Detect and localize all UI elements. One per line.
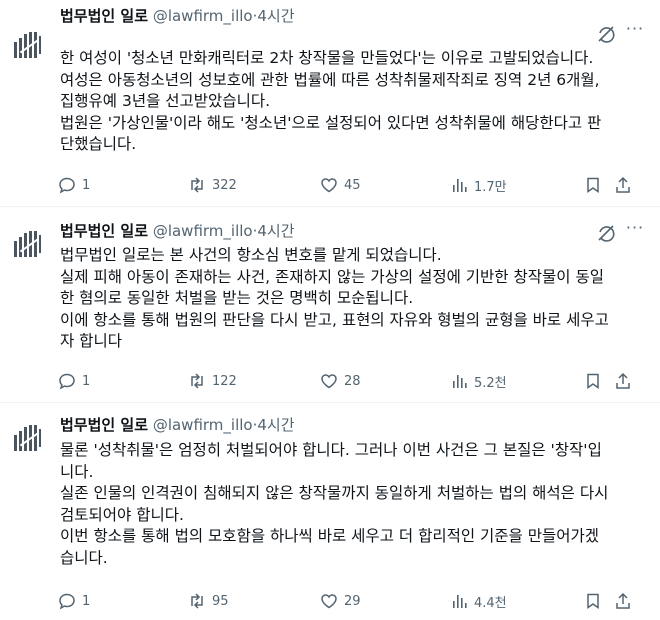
author-handle[interactable]: @lawfirm_illo [153,416,253,434]
bookmark-icon [587,593,599,609]
views-count: 5.2천 [474,375,507,391]
reply-button[interactable]: 1 [58,590,90,612]
tweet-3[interactable]: 법무법인 일로 @lawfirm_illo·4시간 물론 '성착취물'은 엄정히… [0,403,660,620]
views-count: 4.4천 [474,595,507,611]
bookmark-button[interactable] [584,174,602,196]
reply-count: 1 [82,373,91,389]
share-button[interactable] [614,370,632,392]
heart-icon [321,178,337,193]
author-name[interactable]: 법무법인 일로 [60,416,148,434]
tweet-text-line: 한 여성이 '청소년 만화캐릭터로 2차 창작물을 만들었다'는 이유로 고발되… [60,49,594,67]
tweet-2[interactable]: 법무법인 일로 @lawfirm_illo·4시간 ··· 법무법인 일로는 본… [0,207,660,402]
author-handle[interactable]: @lawfirm_illo [153,222,253,240]
repost-icon [191,593,203,609]
reply-icon [59,177,75,194]
views-icon [453,595,467,608]
like-count: 45 [344,177,361,193]
avatar[interactable] [8,225,46,263]
more-icon[interactable]: ··· [624,220,646,241]
tweet-text-line: 이번 항소를 통해 법의 모호함을 하나씩 바로 세우고 더 합리적인 기준을 … [60,527,600,545]
reply-count: 1 [82,177,91,193]
author-name[interactable]: 법무법인 일로 [60,7,148,25]
views-icon [453,179,467,192]
tweet-text-line: 법원은 '가상인물'이라 해도 '청소년'으로 설정되어 있다면 성착취물에 해… [60,113,602,132]
repost-count: 95 [212,593,229,609]
views-button[interactable]: 5.2천 [450,370,507,392]
tweet-text-line: 집행유예 3년을 선고받았습니다. [60,92,271,110]
heart-icon [321,374,337,389]
tweet-text-line: 자 합니다 [60,332,122,350]
share-button[interactable] [614,174,632,196]
author-handle[interactable]: @lawfirm_illo [153,7,253,25]
timestamp[interactable]: 4시간 [257,7,294,25]
reply-icon [59,373,75,390]
share-icon [616,592,630,609]
tweet-text-line: 한 혐의로 동일한 처벌을 받는 것은 명백히 모순됩니다. [60,289,414,307]
reply-count: 1 [82,593,91,609]
tweet-text-line: 여성은 아동청소년의 성보호에 관한 법률에 따른 성착취물제작죄로 징역 2년… [60,70,600,89]
law-firm-logo-icon [14,231,41,257]
author-name[interactable]: 법무법인 일로 [60,222,148,240]
repost-count: 322 [212,177,237,193]
repost-button[interactable]: 122 [188,370,237,392]
reply-icon [59,593,75,610]
bookmark-icon [587,373,599,389]
repost-button[interactable]: 322 [188,174,237,196]
tweet-1[interactable]: 법무법인 일로 @lawfirm_illo·4시간 ··· 한 여성이 '청소년… [0,0,660,206]
bookmark-button[interactable] [584,370,602,392]
repost-count: 122 [212,373,237,389]
tweet-text-line: 단했습니다. [60,135,137,153]
views-button[interactable]: 1.7만 [450,174,507,196]
tweet-text-line: 법무법인 일로는 본 사건의 항소심 변호를 맡게 되었습니다. [60,246,442,264]
repost-button[interactable]: 95 [188,590,229,612]
more-icon[interactable]: ··· [624,21,646,42]
timestamp[interactable]: 4시간 [257,222,294,240]
timestamp[interactable]: 4시간 [257,416,294,434]
share-icon [616,176,630,193]
tweet-text-line: 니다. [60,462,94,481]
views-icon [453,375,467,388]
repost-icon [191,177,203,193]
like-button[interactable]: 28 [320,370,361,392]
views-button[interactable]: 4.4천 [450,590,507,612]
grok-icon[interactable] [596,24,616,44]
avatar[interactable] [8,26,46,64]
bookmark-icon [587,177,599,193]
share-button[interactable] [614,590,632,612]
tweet-text-line: 검토되어야 합니다. [60,505,184,524]
like-button[interactable]: 29 [320,590,361,612]
bookmark-button[interactable] [584,590,602,612]
like-count: 28 [344,373,361,389]
like-button[interactable]: 45 [320,174,361,196]
heart-icon [321,594,337,609]
tweet-text-line: 물론 '성착취물'은 엄정히 처벌되어야 합니다. 그러나 이번 사건은 그 본… [60,441,602,459]
law-firm-logo-icon [14,425,41,451]
reply-button[interactable]: 1 [58,370,90,392]
like-count: 29 [344,593,361,609]
tweet-text-line: 이에 항소를 통해 법원의 판단을 다시 받고, 표현의 자유와 형벌의 균형을… [60,310,609,329]
avatar[interactable] [8,419,46,457]
tweet-text-line: 실제 피해 아동이 존재하는 사건, 존재하지 않는 가상의 설정에 기반한 창… [60,267,604,286]
repost-icon [191,373,203,389]
share-icon [616,372,630,389]
grok-icon[interactable] [596,223,616,243]
views-count: 1.7만 [474,179,507,195]
tweet-text-line: 실존 인물의 인격권이 침해되지 않은 창작물까지 동일하게 처벌하는 법의 해… [60,484,609,502]
law-firm-logo-icon [14,32,41,58]
reply-button[interactable]: 1 [58,174,90,196]
tweet-text-line: 습니다. [60,548,108,567]
